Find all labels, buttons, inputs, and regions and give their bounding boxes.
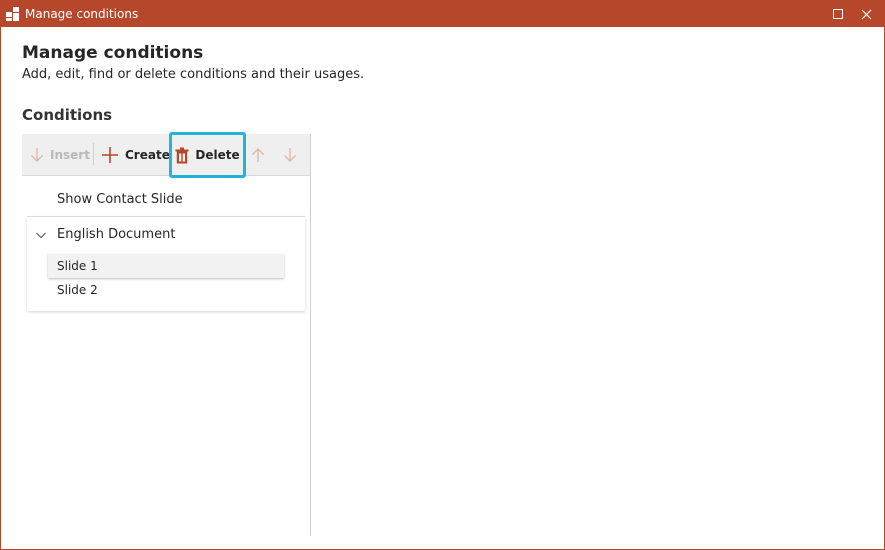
usage-label: Slide 2 xyxy=(57,283,98,297)
condition-item-english-document[interactable]: English Document xyxy=(27,217,305,253)
title-bar[interactable]: Manage conditions xyxy=(1,1,884,27)
app-icon xyxy=(6,7,20,21)
conditions-toolbar: Insert Create Delete xyxy=(22,132,310,178)
create-button-label: Create xyxy=(125,148,170,162)
usage-item-slide-1[interactable]: Slide 1 xyxy=(48,254,284,278)
insert-button-label: Insert xyxy=(50,148,90,162)
manage-conditions-window: Manage conditions Manage conditions Add,… xyxy=(0,0,885,550)
condition-group-english-document: English Document Slide 1 Slide 2 xyxy=(27,217,305,311)
condition-item-show-contact-slide[interactable]: Show Contact Slide xyxy=(27,182,305,217)
conditions-list: Show Contact Slide English Document Slid… xyxy=(27,182,305,311)
close-icon xyxy=(861,9,871,19)
delete-button-label: Delete xyxy=(195,148,240,162)
maximize-button[interactable] xyxy=(825,1,851,27)
maximize-icon xyxy=(833,9,843,19)
conditions-panel: Insert Create Delete Show Contact Slide … xyxy=(22,132,311,536)
chevron-down-icon[interactable] xyxy=(35,229,47,241)
usage-label: Slide 1 xyxy=(57,259,98,273)
trash-icon xyxy=(175,147,189,163)
delete-button[interactable]: Delete xyxy=(169,132,246,178)
page-description: Add, edit, find or delete conditions and… xyxy=(22,67,365,82)
arrow-down-icon xyxy=(284,148,296,162)
plus-icon xyxy=(102,147,118,163)
close-button[interactable] xyxy=(853,1,879,27)
usage-item-slide-2[interactable]: Slide 2 xyxy=(48,278,284,302)
arrow-down-icon xyxy=(31,148,43,162)
insert-button[interactable]: Insert xyxy=(30,134,90,176)
move-up-button[interactable] xyxy=(251,134,265,176)
toolbar-separator xyxy=(93,143,94,165)
window-title: Manage conditions xyxy=(25,7,139,21)
arrow-up-icon xyxy=(252,148,264,162)
create-button[interactable]: Create xyxy=(101,134,170,176)
conditions-section-title: Conditions xyxy=(22,106,113,124)
move-down-button[interactable] xyxy=(283,134,297,176)
condition-label: Show Contact Slide xyxy=(57,192,183,207)
condition-label: English Document xyxy=(57,227,176,242)
page-title: Manage conditions xyxy=(22,43,204,63)
